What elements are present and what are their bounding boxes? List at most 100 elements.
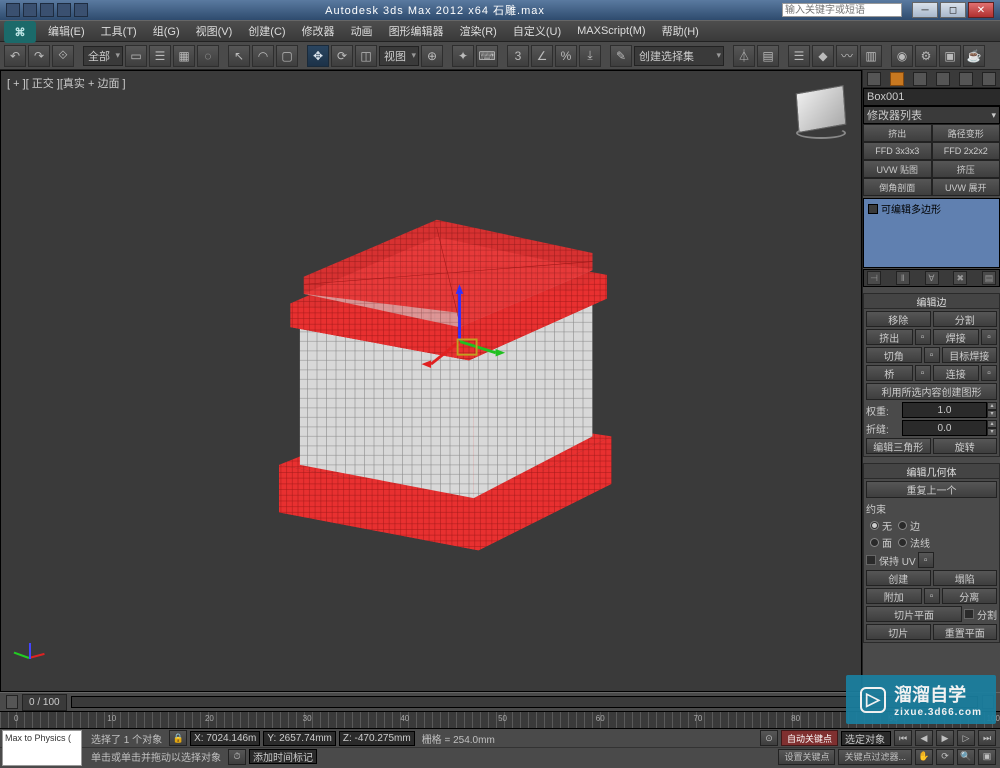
tab-utilities[interactable] [982, 72, 996, 86]
tab-hierarchy[interactable] [913, 72, 927, 86]
render-frame-button[interactable]: ▣ [939, 45, 961, 67]
menu-edit[interactable]: 编辑(E) [40, 21, 93, 41]
qat-icon[interactable] [40, 3, 54, 17]
key-mode-icon[interactable]: ⊙ [760, 730, 778, 746]
connect-settings-icon[interactable]: ▫ [981, 365, 997, 381]
btn-extrude[interactable]: 挤出 [863, 124, 932, 142]
show-end-result-icon[interactable]: ‖ [896, 271, 910, 285]
btn-weld[interactable]: 焊接 [933, 329, 980, 345]
key-filters-button[interactable]: 关键点过滤器... [838, 749, 912, 765]
pivot-button[interactable]: ⊕ [421, 45, 443, 67]
keyboard-shortcut[interactable]: ⌨ [476, 45, 498, 67]
viewport-label[interactable]: [ + ][ 正交 ][真实 + 边面 ] [7, 75, 126, 91]
radio-none[interactable]: 无 [870, 518, 892, 533]
manipulate-button[interactable]: ✦ [452, 45, 474, 67]
remove-modifier-icon[interactable]: ✖ [953, 271, 967, 285]
btn-edit-tri[interactable]: 编辑三角形 [866, 438, 931, 454]
modifier-stack[interactable]: 可编辑多边形 [863, 198, 1000, 268]
spin-up-icon[interactable]: ▴ [987, 402, 997, 410]
move-button[interactable]: ✥ [307, 45, 329, 67]
menu-group[interactable]: 组(G) [145, 21, 188, 41]
maximize-button[interactable]: ◻ [940, 2, 966, 18]
select-name[interactable]: ☰ [149, 45, 171, 67]
rollout-edit-geometry[interactable]: 编辑几何体 [864, 464, 999, 479]
btn-split[interactable]: 分割 [933, 311, 998, 327]
window-crossing[interactable]: ▢ [276, 45, 298, 67]
radio-edge[interactable]: 边 [898, 518, 920, 533]
menu-grapheditors[interactable]: 图形编辑器 [381, 21, 452, 41]
radio-face[interactable]: 面 [870, 535, 892, 550]
radio-normal[interactable]: 法线 [898, 535, 930, 550]
material-editor-button[interactable]: ◉ [891, 45, 913, 67]
btn-create[interactable]: 创建 [866, 570, 931, 586]
nav-zoom-icon[interactable]: 🔍 [957, 749, 975, 765]
object-name-input[interactable] [863, 88, 1000, 106]
nav-orbit-icon[interactable]: ⟳ [936, 749, 954, 765]
configure-sets-icon[interactable]: ▤ [982, 271, 996, 285]
menu-rendering[interactable]: 渲染(R) [452, 21, 505, 41]
render-setup-button[interactable]: ⚙ [915, 45, 937, 67]
attach-list-icon[interactable]: ▫ [924, 588, 940, 604]
spin-down-icon[interactable]: ▾ [987, 410, 997, 418]
qat-icon[interactable] [6, 3, 20, 17]
btn-chamfer2[interactable]: 切角 [866, 347, 922, 363]
play-start-icon[interactable]: ⏮ [894, 730, 912, 746]
spin-down-icon[interactable]: ▾ [987, 428, 997, 436]
align-button[interactable]: ▤ [757, 45, 779, 67]
btn-connect[interactable]: 连接 [933, 365, 980, 381]
lock-selection-icon[interactable]: 🔒 [169, 730, 187, 746]
pin-stack-icon[interactable]: ⊣ [867, 271, 881, 285]
time-slider-track[interactable] [71, 696, 978, 708]
modifier-list[interactable]: 修改器列表 [863, 106, 1000, 124]
ref-coord-system[interactable]: 视图 [379, 46, 419, 66]
time-tag-field[interactable]: 添加时间标记 [249, 749, 317, 764]
chamfer-settings-icon[interactable]: ▫ [924, 347, 940, 363]
menu-customize[interactable]: 自定义(U) [505, 21, 569, 41]
btn-targetweld[interactable]: 目标焊接 [942, 347, 998, 363]
schematic-button[interactable]: ▥ [860, 45, 882, 67]
z-coord[interactable]: Z: -470.275mm [339, 731, 415, 746]
btn-reset-plane[interactable]: 重置平面 [933, 624, 998, 640]
render-button[interactable]: ☕ [963, 45, 985, 67]
chk-split[interactable]: 分割 [964, 606, 997, 622]
play-icon[interactable]: ▶ [936, 730, 954, 746]
btn-uvwmap[interactable]: UVW 贴图 [863, 160, 932, 178]
scale-button[interactable]: ◫ [355, 45, 377, 67]
select-object[interactable]: ▭ [125, 45, 147, 67]
btn-rotate[interactable]: 旋转 [933, 438, 998, 454]
edit-selection[interactable]: ✎ [610, 45, 632, 67]
menu-animation[interactable]: 动画 [343, 21, 381, 41]
btn-squeeze[interactable]: 挤压 [932, 160, 1000, 178]
percent-snap[interactable]: % [555, 45, 577, 67]
auto-key-button[interactable]: 自动关键点 [781, 730, 838, 746]
search-input[interactable] [782, 3, 902, 17]
viewcube[interactable] [791, 81, 851, 141]
crease-spinner[interactable] [902, 420, 987, 436]
close-button[interactable]: ✕ [968, 2, 994, 18]
menu-create[interactable]: 创建(C) [240, 21, 293, 41]
menu-tools[interactable]: 工具(T) [93, 21, 145, 41]
selection-filter[interactable]: 全部 [83, 46, 123, 66]
qat-icon[interactable] [57, 3, 71, 17]
minimize-button[interactable]: ─ [912, 2, 938, 18]
stack-item[interactable]: 可编辑多边形 [864, 199, 999, 218]
btn-bridge[interactable]: 桥 [866, 365, 913, 381]
select-paint[interactable]: ◌ [197, 45, 219, 67]
qat-icon[interactable] [74, 3, 88, 17]
undo-button[interactable]: ↶ [4, 45, 26, 67]
btn-ffd222[interactable]: FFD 2x2x2 [932, 142, 1000, 160]
btn-slice[interactable]: 切片 [866, 624, 931, 640]
preserveuv-settings-icon[interactable]: ▫ [918, 552, 934, 568]
redo-button[interactable]: ↷ [28, 45, 50, 67]
rollout-edit-edges[interactable]: 编辑边 [864, 294, 999, 309]
btn-slice-plane[interactable]: 切片平面 [866, 606, 962, 622]
weight-spinner[interactable] [902, 402, 987, 418]
time-slider-label[interactable]: 0 / 100 [22, 694, 67, 711]
extrude-settings-icon[interactable]: ▫ [915, 329, 931, 345]
menu-modifiers[interactable]: 修改器 [294, 21, 343, 41]
menu-help[interactable]: 帮助(H) [654, 21, 707, 41]
qat-icon[interactable] [23, 3, 37, 17]
btn-uvwunwrap[interactable]: UVW 展开 [932, 178, 1000, 196]
play-prev-icon[interactable]: ◀ [915, 730, 933, 746]
btn-collapse[interactable]: 塌陷 [933, 570, 998, 586]
